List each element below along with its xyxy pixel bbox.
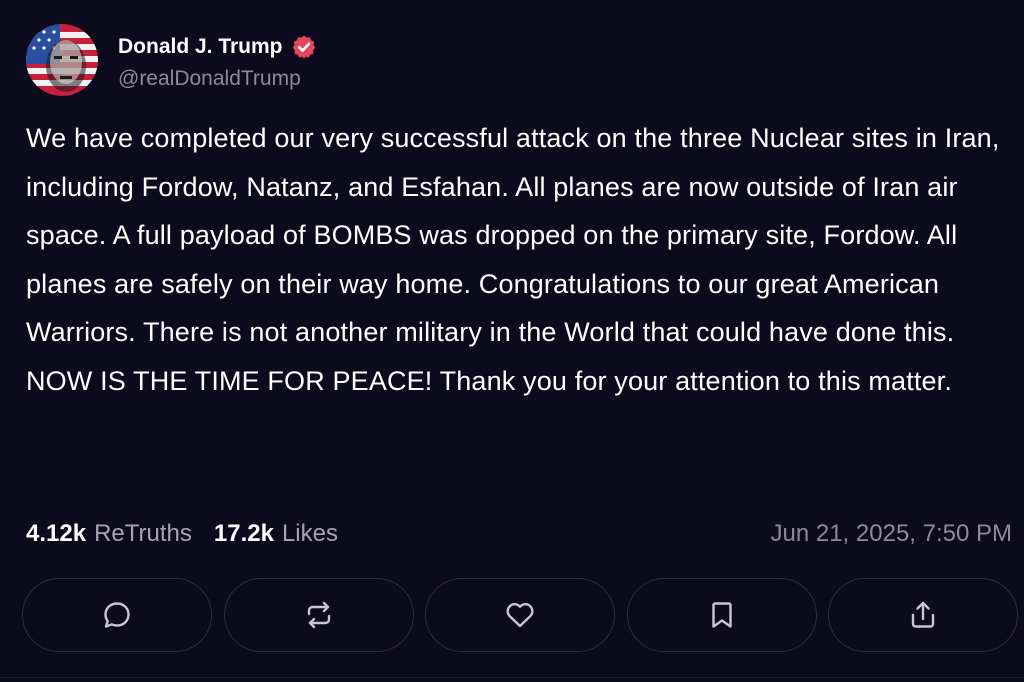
post-timestamp: Jun 21, 2025, 7:50 PM	[770, 520, 1013, 547]
verified-badge-icon	[291, 34, 317, 60]
likes-label: Likes	[281, 520, 338, 547]
action-bar	[22, 578, 1018, 654]
post-stats: 4.12k ReTruths 17.2k Likes Jun 21, 2025,…	[26, 516, 1012, 552]
avatar-flag-face-icon	[26, 24, 98, 96]
post-header: Donald J. Trump @realDonaldTrump	[26, 24, 317, 96]
author-handle[interactable]: @realDonaldTrump	[118, 66, 317, 92]
post-text: We have completed our very successful at…	[26, 123, 1008, 396]
retruths-label: ReTruths	[94, 520, 192, 547]
like-button[interactable]	[425, 578, 615, 652]
reply-button[interactable]	[22, 578, 212, 652]
author-display-name[interactable]: Donald J. Trump	[118, 35, 283, 59]
share-button[interactable]	[828, 578, 1018, 652]
retruth-button[interactable]	[223, 578, 414, 652]
name-row: Donald J. Trump	[118, 28, 317, 66]
retruths-stat[interactable]: 4.12k ReTruths	[26, 520, 192, 548]
bookmark-icon	[711, 602, 732, 628]
share-icon	[911, 601, 935, 628]
truth-post: Donald J. Trump @realDonaldTrump We have…	[0, 0, 1024, 682]
bookmark-button[interactable]	[626, 578, 817, 652]
repost-icon	[307, 601, 330, 629]
retruths-count: 4.12k	[26, 520, 87, 547]
author-names: Donald J. Trump @realDonaldTrump	[118, 28, 317, 92]
likes-count: 17.2k	[213, 520, 274, 547]
comment-icon	[104, 602, 130, 628]
divider	[0, 677, 1024, 678]
heart-icon	[506, 602, 534, 628]
avatar[interactable]	[26, 24, 98, 96]
likes-stat[interactable]: 17.2k Likes	[214, 520, 338, 548]
